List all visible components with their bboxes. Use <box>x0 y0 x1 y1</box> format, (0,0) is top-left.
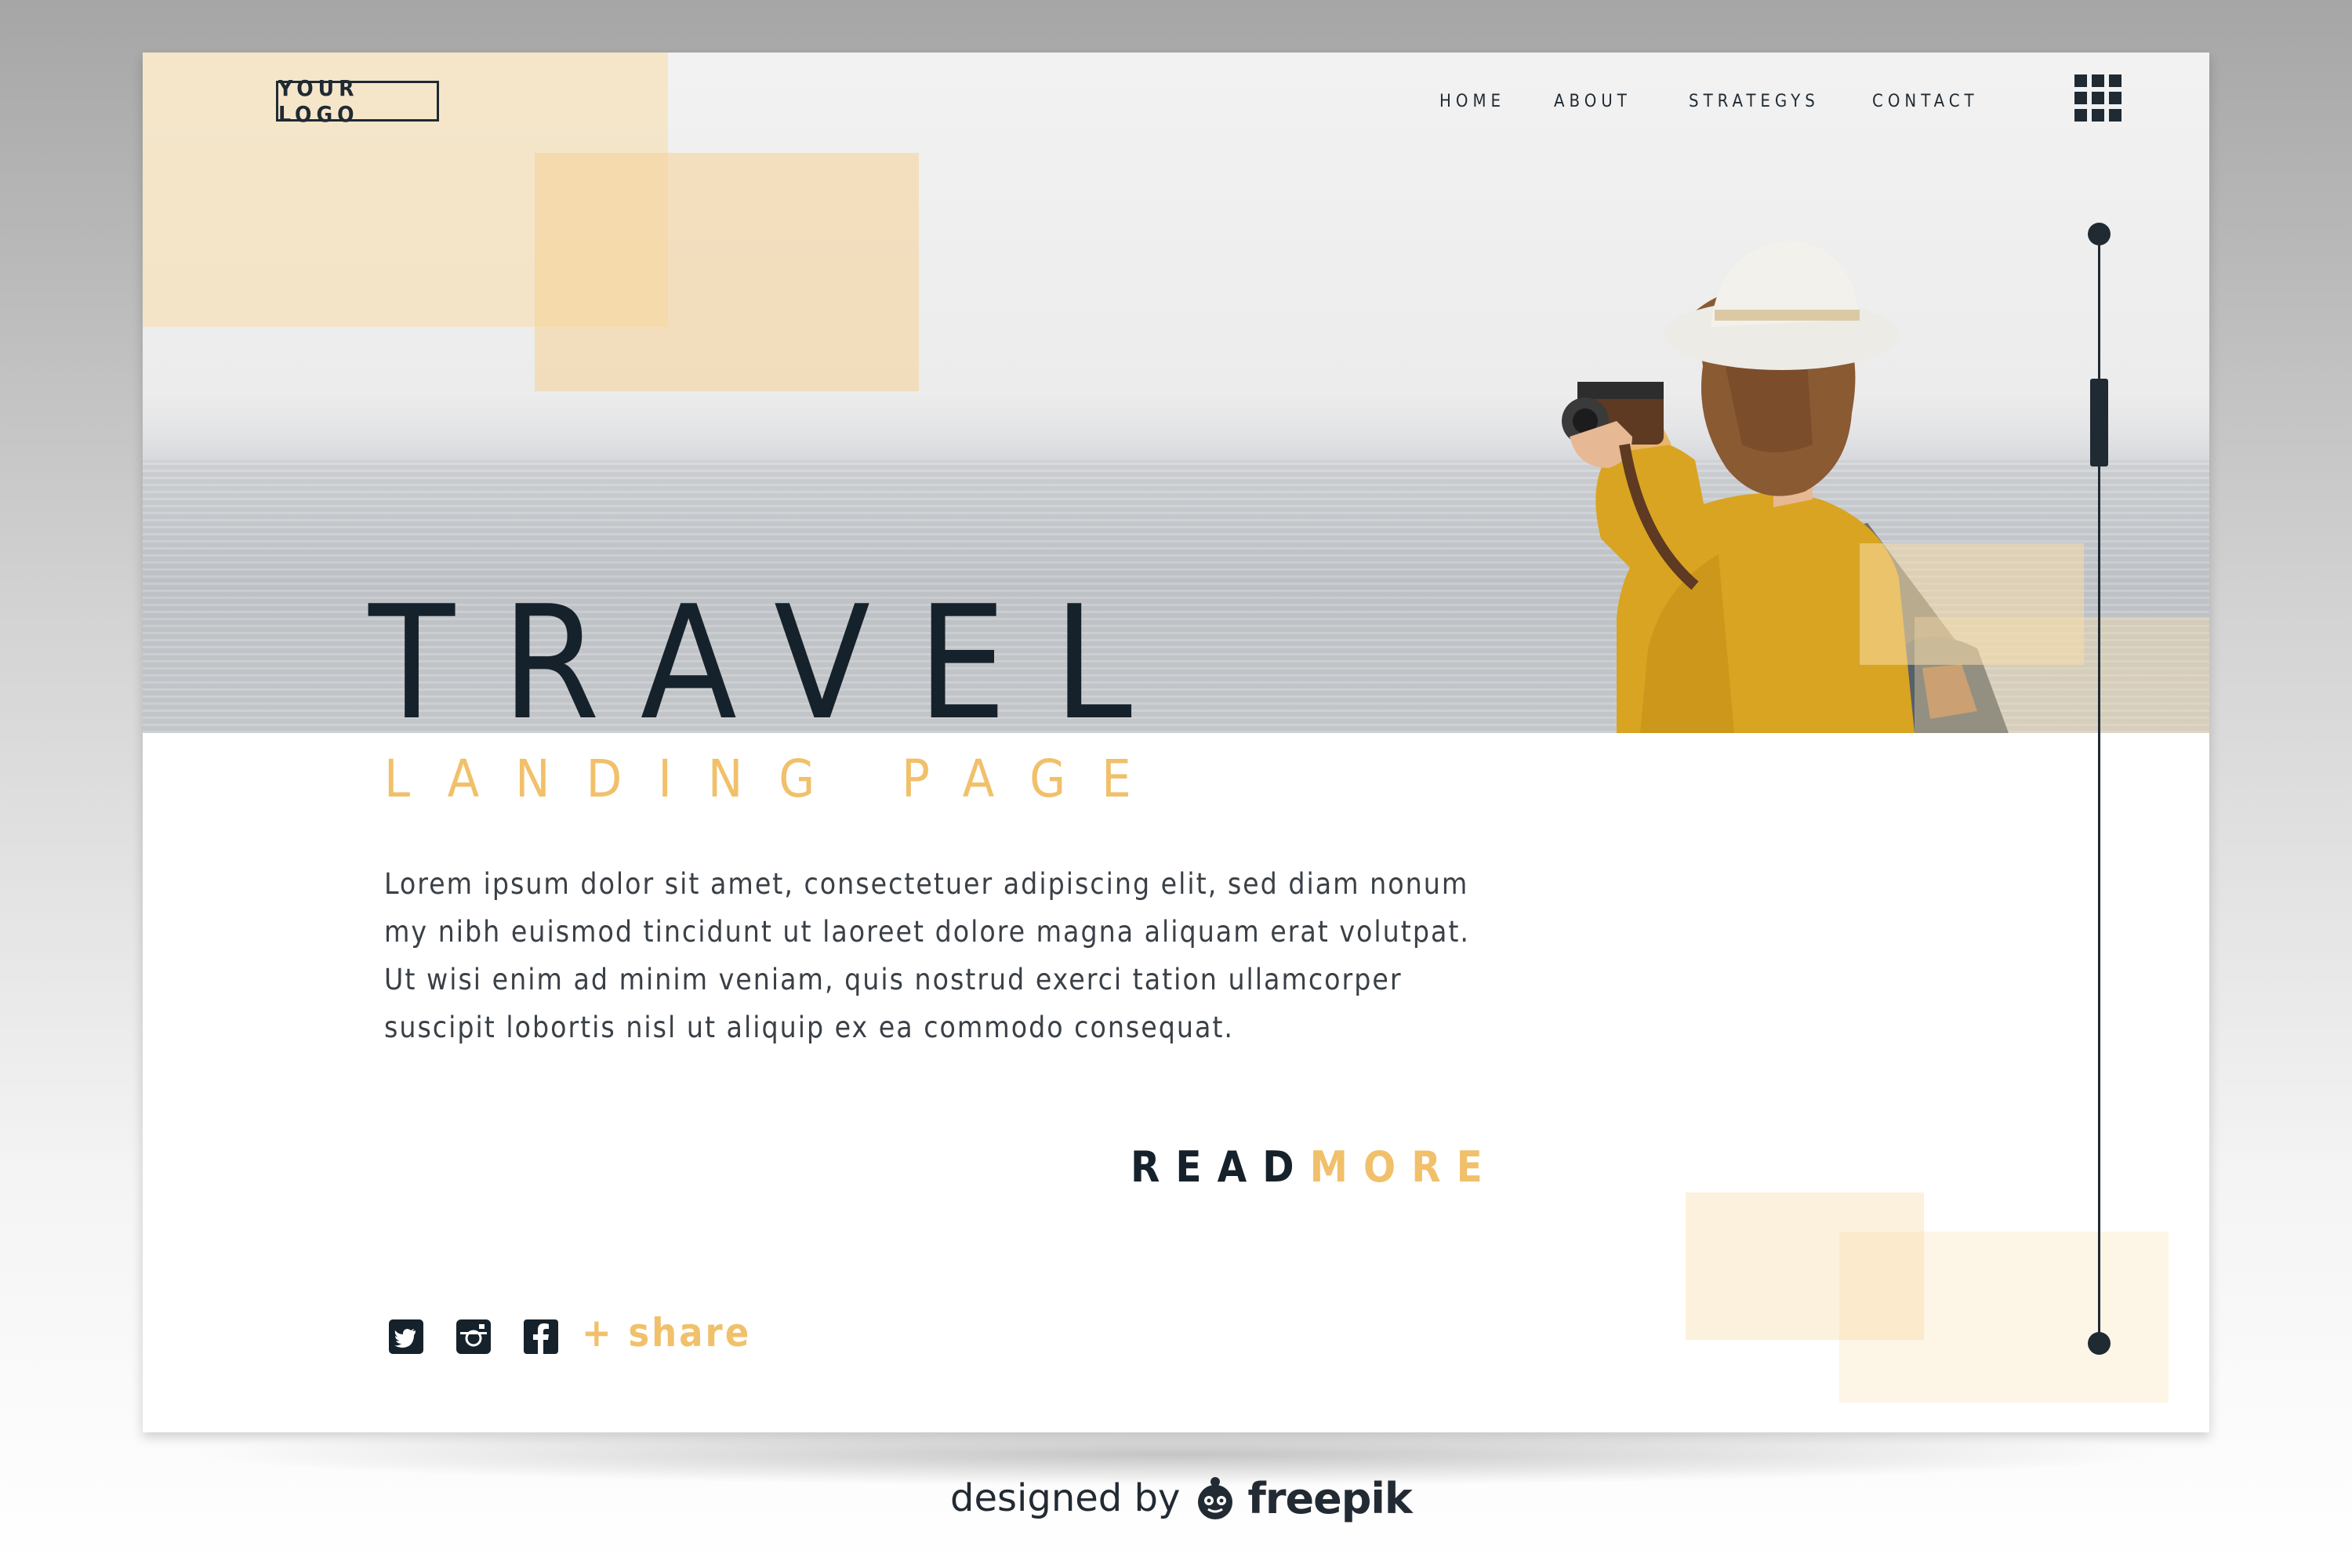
instagram-icon[interactable] <box>456 1319 491 1354</box>
timeline-end-dot[interactable] <box>2088 1332 2111 1355</box>
nav-strategys[interactable]: STRATEGYS <box>1689 92 1820 111</box>
share-link[interactable]: + share <box>582 1310 751 1356</box>
nav-about[interactable]: ABOUT <box>1554 92 1632 111</box>
page-title: TRAVEL <box>368 572 1179 755</box>
landing-page: YOUR LOGO HOME ABOUT STRATEGYS CONTACT T… <box>143 53 2209 1432</box>
read-more-button[interactable]: READMORE <box>1131 1142 1498 1192</box>
page-subtitle: LANDING PAGE <box>384 749 1167 809</box>
timeline-start-dot[interactable] <box>2088 223 2111 245</box>
freepik-mascot-icon <box>1198 1477 1233 1519</box>
facebook-icon[interactable] <box>524 1319 558 1354</box>
main-nav: HOME ABOUT STRATEGYS CONTACT <box>143 92 2209 123</box>
nav-home[interactable]: HOME <box>1439 92 1505 111</box>
timeline-handle[interactable] <box>2090 379 2108 466</box>
decor-rect <box>1915 617 2209 733</box>
grid-menu-icon[interactable] <box>2074 74 2122 122</box>
intro-paragraph: Lorem ipsum dolor sit amet, consectetuer… <box>384 867 1470 1044</box>
credit-line: designed by freepik <box>950 1471 1413 1526</box>
decor-rect <box>1839 1232 2169 1403</box>
credit-prefix: designed by <box>950 1476 1181 1520</box>
nav-contact[interactable]: CONTACT <box>1872 92 1979 111</box>
decor-rect <box>535 153 919 391</box>
read-more-part1: READ <box>1131 1142 1310 1192</box>
read-more-part2: MORE <box>1309 1142 1498 1192</box>
credit-brand[interactable]: freepik <box>1247 1474 1412 1523</box>
twitter-icon[interactable] <box>389 1319 423 1354</box>
